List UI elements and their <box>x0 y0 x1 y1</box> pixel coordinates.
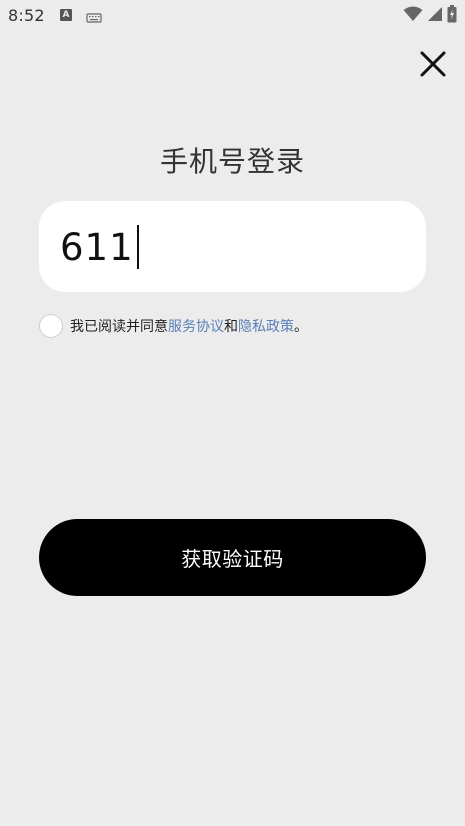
service-agreement-link[interactable]: 服务协议 <box>168 319 224 335</box>
battery-icon <box>447 5 457 27</box>
status-bar: 8:52 A <box>0 0 465 30</box>
signal-icon <box>427 6 443 26</box>
agreement-prefix: 我已阅读并同意 <box>70 319 168 335</box>
agreement-suffix: 。 <box>294 319 308 335</box>
wifi-icon <box>403 6 423 26</box>
phone-input[interactable]: 611 <box>60 221 139 273</box>
status-time: 8:52 <box>8 6 45 25</box>
phone-input-field[interactable]: 611 <box>39 201 426 292</box>
agreement-row: 我已阅读并同意服务协议和隐私政策。 <box>39 313 308 339</box>
get-verification-code-button[interactable]: 获取验证码 <box>39 519 426 596</box>
agreement-text: 我已阅读并同意服务协议和隐私政策。 <box>70 316 308 336</box>
text-cursor <box>136 225 139 269</box>
status-indicators <box>403 5 457 27</box>
input-method-icon: A <box>60 9 72 21</box>
phone-input-value: 611 <box>60 225 134 269</box>
agreement-checkbox[interactable] <box>39 314 63 338</box>
close-button[interactable] <box>418 49 448 79</box>
privacy-policy-link[interactable]: 隐私政策 <box>238 319 294 335</box>
keyboard-icon <box>86 9 102 28</box>
close-icon <box>418 51 448 83</box>
page-title: 手机号登录 <box>159 145 305 178</box>
agreement-and: 和 <box>224 319 238 335</box>
